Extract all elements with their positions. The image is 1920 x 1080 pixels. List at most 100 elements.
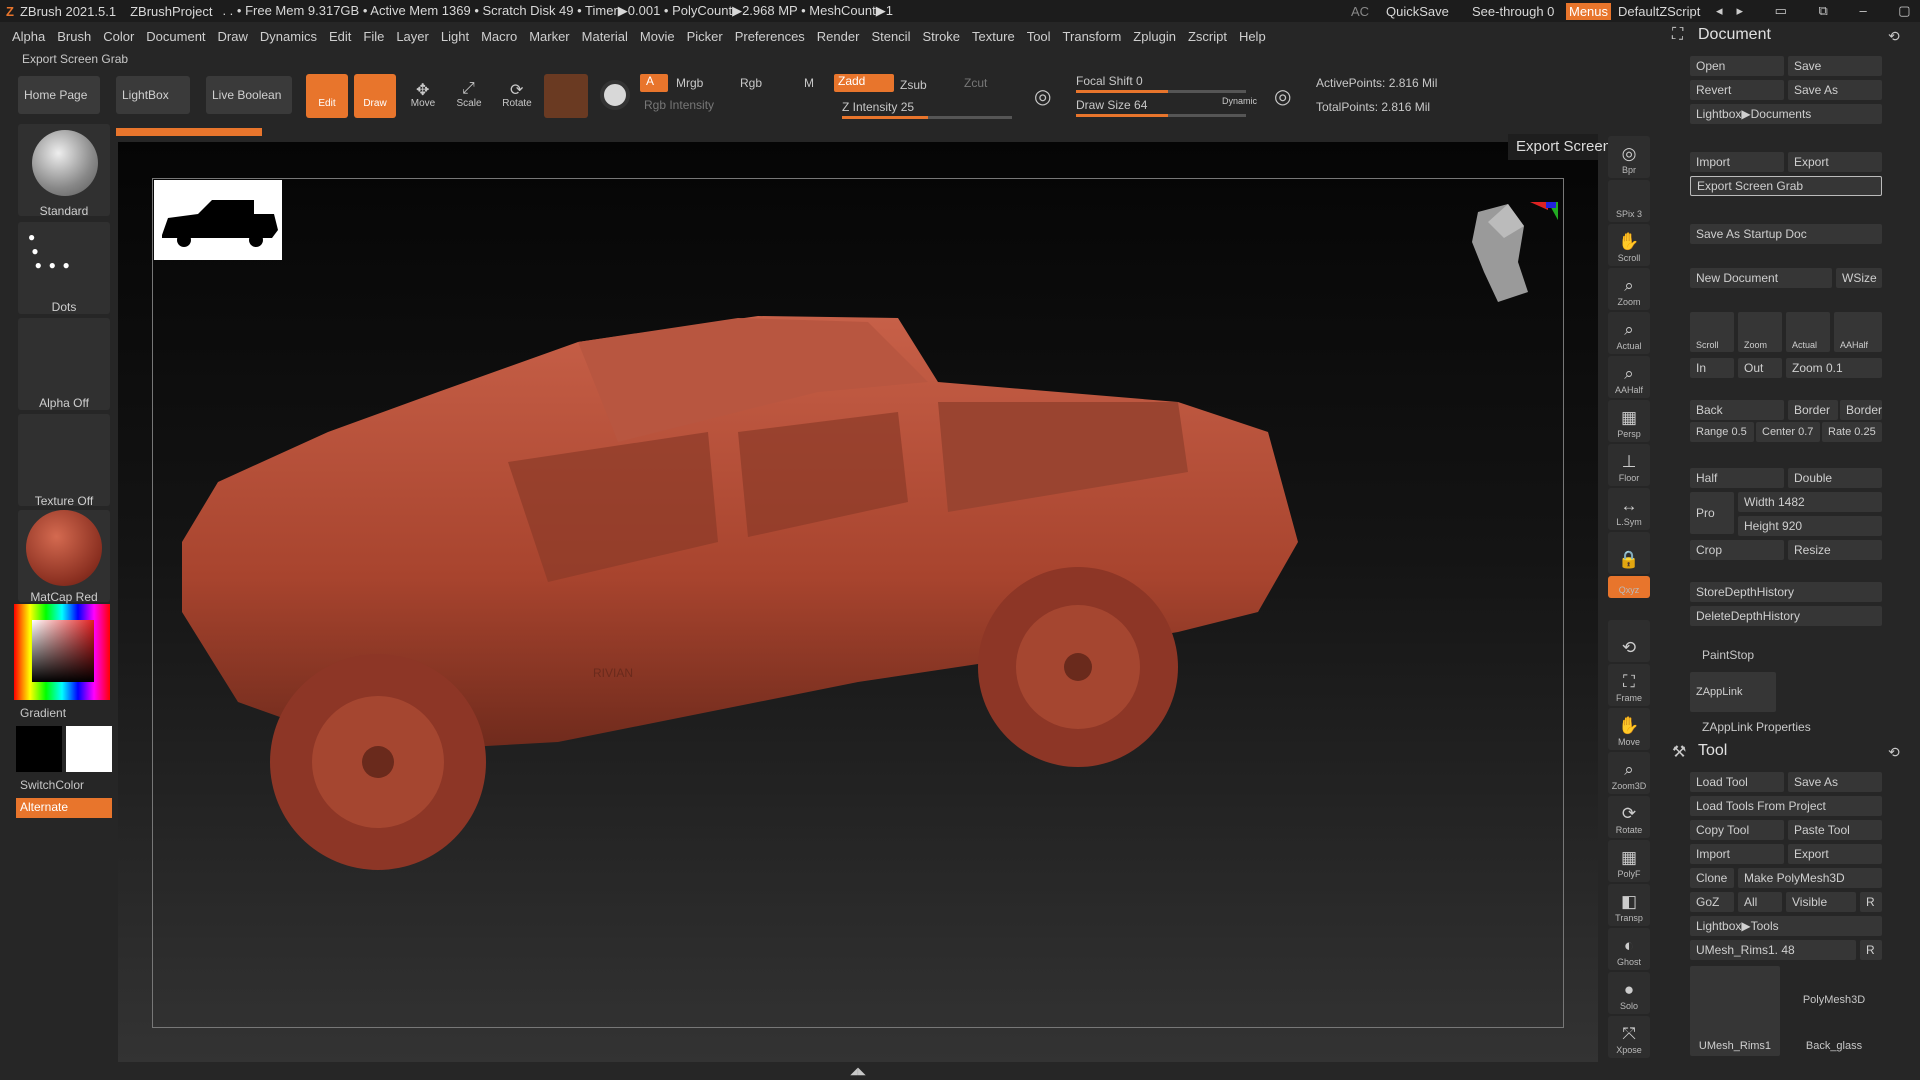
menu-alpha[interactable]: Alpha xyxy=(12,29,45,44)
zoom-slider[interactable]: Zoom 0.1 xyxy=(1786,358,1882,378)
focal-track[interactable] xyxy=(1076,90,1246,93)
view-button-zoom[interactable]: ⌕ Zoom xyxy=(1608,268,1650,310)
alternate-button[interactable]: Alternate xyxy=(16,798,112,818)
dist-icon[interactable]: ◎ xyxy=(1274,84,1291,109)
copy-tool-button[interactable]: Copy Tool xyxy=(1690,820,1784,840)
umesh-r-button[interactable]: R xyxy=(1860,940,1882,960)
view-button-solo[interactable]: ● Solo xyxy=(1608,972,1650,1014)
view-button-polyf[interactable]: ▦ PolyF xyxy=(1608,840,1650,882)
menu-layer[interactable]: Layer xyxy=(396,29,429,44)
zoom-in-button[interactable]: In xyxy=(1690,358,1734,378)
color-square[interactable] xyxy=(32,620,94,682)
tool-panel-title[interactable]: Tool xyxy=(1698,742,1727,760)
export-button[interactable]: Export xyxy=(1788,152,1882,172)
seethrough-slider[interactable]: See-through 0 xyxy=(1472,4,1554,19)
save-as-button[interactable]: Save As xyxy=(1788,80,1882,100)
secondary-color-swatch[interactable] xyxy=(66,726,112,772)
material-swatch[interactable] xyxy=(544,74,588,118)
load-tool-button[interactable]: Load Tool xyxy=(1690,772,1784,792)
view-button-transp[interactable]: ◧ Transp xyxy=(1608,884,1650,926)
back-button[interactable]: Back xyxy=(1690,400,1784,420)
home-page-button[interactable]: Home Page xyxy=(18,76,100,114)
import-button[interactable]: Import xyxy=(1690,152,1784,172)
gradient-label[interactable]: Gradient xyxy=(20,706,66,720)
height-slider[interactable]: Height 920 xyxy=(1738,516,1882,536)
view-button-spix-3[interactable]: SPix 3 xyxy=(1608,180,1650,222)
menu-zscript[interactable]: Zscript xyxy=(1188,29,1227,44)
delete-depth-button[interactable]: DeleteDepthHistory xyxy=(1690,606,1882,626)
open-button[interactable]: Open xyxy=(1690,56,1784,76)
texture-button[interactable] xyxy=(18,414,110,506)
menu-stroke[interactable]: Stroke xyxy=(922,29,960,44)
dynamic-toggle[interactable]: Dynamic xyxy=(1222,96,1257,106)
doc-actual-button[interactable]: Actual xyxy=(1786,312,1830,352)
save-startup-doc-button[interactable]: Save As Startup Doc xyxy=(1690,224,1882,244)
draw-size-slider[interactable]: Draw Size 64 xyxy=(1076,98,1147,112)
menu-file[interactable]: File xyxy=(363,29,384,44)
menus-button[interactable]: Menus xyxy=(1566,2,1612,20)
menu-texture[interactable]: Texture xyxy=(972,29,1015,44)
border2-button[interactable]: Border2 xyxy=(1840,400,1882,420)
tool-export-button[interactable]: Export xyxy=(1788,844,1882,864)
export-screen-grab-button[interactable]: Export Screen Grab xyxy=(1690,176,1882,196)
document-canvas[interactable]: Export Screen Grab RIVIAN ◢◣ xyxy=(118,134,1649,1077)
view-button-scroll[interactable]: ✋ Scroll xyxy=(1608,224,1650,266)
menu-draw[interactable]: Draw xyxy=(218,29,248,44)
canvas-bottom-handle[interactable]: ◢◣ xyxy=(798,1066,918,1077)
window-controls[interactable]: ◂▸ ▭ ⧉ – ▢ ✕ xyxy=(1716,3,1920,19)
focal-icon[interactable]: ◎ xyxy=(1034,84,1051,109)
crop-button[interactable]: Crop xyxy=(1690,540,1784,560)
tool-thumb-backglass[interactable]: Back_glass xyxy=(1786,1012,1882,1056)
view-button-rotate[interactable]: ⟳ Rotate xyxy=(1608,796,1650,838)
menu-movie[interactable]: Movie xyxy=(640,29,675,44)
view-button-item-9[interactable]: 🔒 xyxy=(1608,532,1650,574)
view-button-zoom3d[interactable]: ⌕ Zoom3D xyxy=(1608,752,1650,794)
menu-dynamics[interactable]: Dynamics xyxy=(260,29,317,44)
tool-thumb-umesh[interactable]: UMesh_Rims1 xyxy=(1690,966,1780,1056)
resize-button[interactable]: Resize xyxy=(1788,540,1882,560)
goz-button[interactable]: GoZ xyxy=(1690,892,1734,912)
zoom-out-button[interactable]: Out xyxy=(1738,358,1782,378)
pro-button[interactable]: Pro xyxy=(1690,492,1734,534)
goz-r-button[interactable]: R xyxy=(1860,892,1882,912)
switch-color-button[interactable]: SwitchColor xyxy=(20,778,84,792)
menu-help[interactable]: Help xyxy=(1239,29,1266,44)
tool-reset-icon[interactable]: ⟲ xyxy=(1888,744,1900,761)
color-sphere-icon[interactable] xyxy=(600,80,630,110)
lightbox-documents-button[interactable]: Lightbox▶Documents xyxy=(1690,104,1882,124)
zadd-button[interactable]: Zadd xyxy=(834,74,894,92)
lightbox-button[interactable]: LightBox xyxy=(116,76,190,114)
load-tools-project-button[interactable]: Load Tools From Project xyxy=(1690,796,1882,816)
z-intensity-slider[interactable]: Z Intensity 25 xyxy=(842,100,914,114)
brush-button[interactable] xyxy=(18,124,110,216)
new-document-button[interactable]: New Document xyxy=(1690,268,1832,288)
revert-button[interactable]: Revert xyxy=(1690,80,1784,100)
menu-macro[interactable]: Macro xyxy=(481,29,517,44)
tool-save-as-button[interactable]: Save As xyxy=(1788,772,1882,792)
umesh-slider[interactable]: UMesh_Rims1. 48 xyxy=(1690,940,1856,960)
doc-zoom-button[interactable]: Zoom xyxy=(1738,312,1782,352)
rate-slider[interactable]: Rate 0.25 xyxy=(1822,422,1882,442)
wsize-button[interactable]: WSize xyxy=(1836,268,1882,288)
border-button[interactable]: Border xyxy=(1788,400,1838,420)
quicksave-button[interactable]: QuickSave xyxy=(1386,4,1449,19)
color-picker[interactable] xyxy=(14,604,110,700)
document-panel-title[interactable]: Document xyxy=(1698,26,1771,44)
menu-transform[interactable]: Transform xyxy=(1063,29,1122,44)
menu-color[interactable]: Color xyxy=(103,29,134,44)
width-slider[interactable]: Width 1482 xyxy=(1738,492,1882,512)
material-button[interactable] xyxy=(18,510,110,602)
menu-stencil[interactable]: Stencil xyxy=(871,29,910,44)
view-button-persp[interactable]: ▦ Persp xyxy=(1608,400,1650,442)
menu-render[interactable]: Render xyxy=(817,29,860,44)
goz-all-button[interactable]: All xyxy=(1738,892,1782,912)
view-button-item-11[interactable]: ⟲ xyxy=(1608,620,1650,662)
draw-size-track[interactable] xyxy=(1076,114,1246,117)
lightbox-tools-button[interactable]: Lightbox▶Tools xyxy=(1690,916,1882,936)
menu-picker[interactable]: Picker xyxy=(687,29,723,44)
zcut-button[interactable]: Zcut xyxy=(964,76,987,90)
view-button-actual[interactable]: ⌕ Actual xyxy=(1608,312,1650,354)
doc-scroll-button[interactable]: Scroll xyxy=(1690,312,1734,352)
rgb-button[interactable]: Rgb xyxy=(740,76,762,90)
panel-reset-icon[interactable]: ⟲ xyxy=(1888,28,1900,45)
